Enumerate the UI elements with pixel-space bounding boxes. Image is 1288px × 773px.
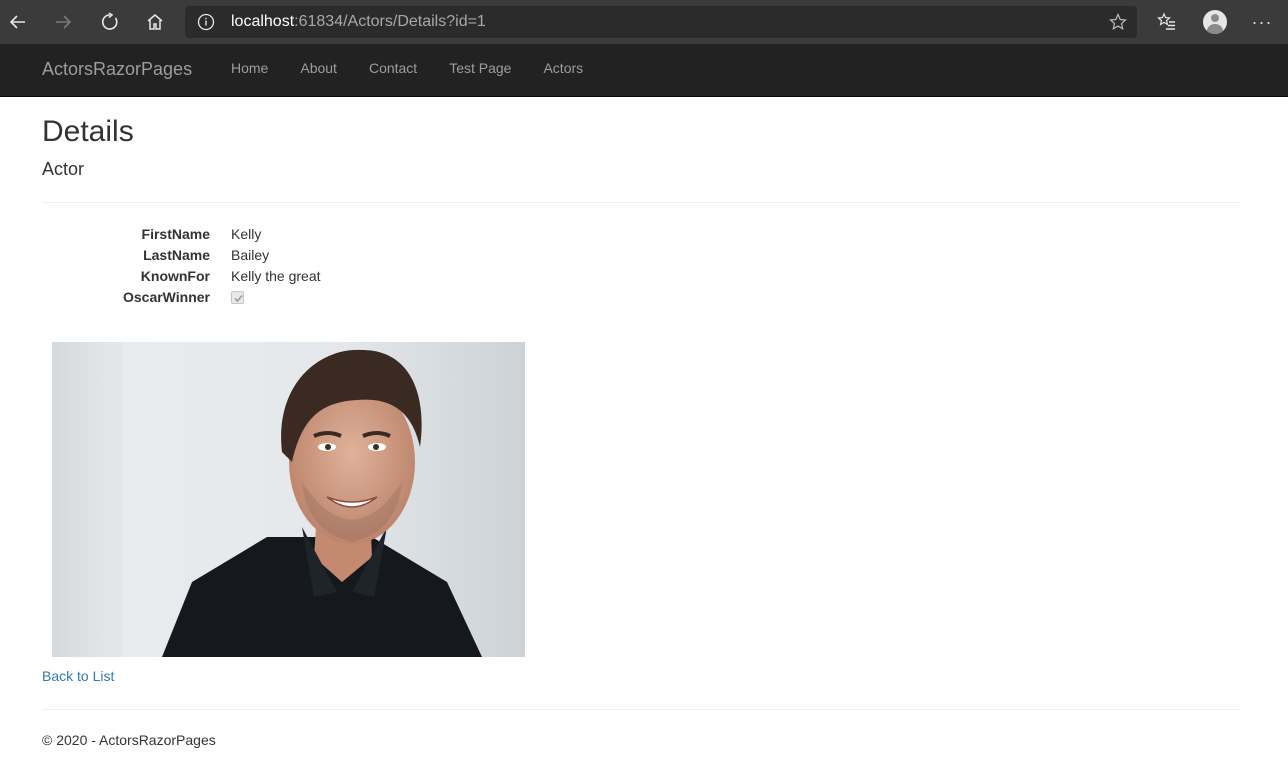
first-name-label: FirstName [141, 226, 210, 242]
home-icon [147, 14, 163, 30]
home-button[interactable] [139, 6, 171, 38]
oscar-winner-checkbox [231, 291, 244, 304]
footer-text: © 2020 - ActorsRazorPages [42, 732, 216, 748]
actor-photo [52, 342, 525, 657]
address-path: :61834/Actors/Details?id=1 [294, 13, 486, 30]
page-title: Details [42, 115, 134, 148]
back-to-list-link[interactable]: Back to List [42, 668, 114, 684]
refresh-icon [102, 12, 118, 30]
browser-toolbar: localhost:61834/Actors/Details?id=1 ··· [0, 0, 1288, 44]
forward-arrow-icon [56, 15, 72, 29]
more-icon: ··· [1251, 12, 1273, 32]
known-for-value: Kelly the great [231, 268, 321, 284]
back-arrow-icon [9, 15, 25, 29]
nav-link-actors[interactable]: Actors [543, 60, 583, 76]
actor-photo-image [52, 342, 525, 657]
more-button[interactable]: ··· [1246, 6, 1278, 38]
nav-link-home[interactable]: Home [231, 60, 268, 76]
page-subtitle: Actor [42, 159, 85, 179]
back-button[interactable] [2, 6, 34, 38]
nav-links: Home About Contact Test Page Actors [231, 60, 583, 76]
info-icon[interactable] [197, 13, 215, 31]
nav-link-about[interactable]: About [300, 60, 337, 76]
favorites-button[interactable] [1151, 6, 1183, 38]
profile-button[interactable] [1199, 6, 1231, 38]
refresh-button[interactable] [94, 6, 126, 38]
favorites-icon [1157, 12, 1175, 30]
divider [42, 202, 1239, 203]
profile-icon [1203, 10, 1227, 34]
star-icon[interactable] [1109, 13, 1127, 31]
last-name-label: LastName [143, 247, 210, 263]
forward-button[interactable] [47, 6, 79, 38]
nav-link-test-page[interactable]: Test Page [449, 60, 511, 76]
address-bar[interactable]: localhost:61834/Actors/Details?id=1 [185, 6, 1137, 38]
nav-link-contact[interactable]: Contact [369, 60, 417, 76]
brand-link[interactable]: ActorsRazorPages [42, 59, 192, 80]
address-host: localhost [231, 13, 295, 30]
oscar-winner-label: OscarWinner [122, 289, 210, 305]
check-icon [234, 294, 243, 303]
address-url[interactable]: localhost:61834/Actors/Details?id=1 [231, 13, 486, 31]
site-navbar: ActorsRazorPages Home About Contact Test… [0, 44, 1288, 97]
first-name-value: Kelly [231, 226, 262, 242]
footer-divider [42, 709, 1239, 710]
known-for-label: KnownFor [140, 268, 210, 284]
last-name-value: Bailey [231, 247, 270, 263]
